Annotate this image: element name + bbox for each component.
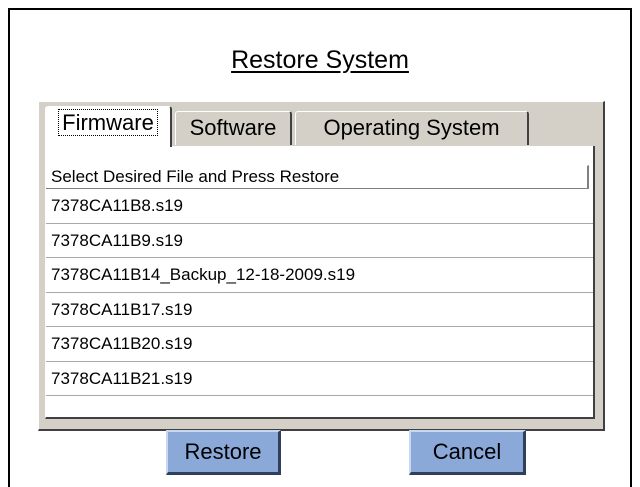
cancel-button[interactable]: Cancel — [409, 430, 526, 475]
tab-software-label: Software — [189, 115, 277, 140]
file-list: 7378CA11B8.s19 7378CA11B9.s19 7378CA11B1… — [46, 189, 593, 396]
file-list-item[interactable]: 7378CA11B20.s19 — [46, 327, 593, 362]
tab-operating-system[interactable]: Operating System — [295, 111, 529, 145]
file-list-item[interactable]: 7378CA11B21.s19 — [46, 362, 593, 396]
dialog-title: Restore System — [10, 46, 630, 75]
restore-system-dialog: Restore System Firmware Software Operati… — [8, 8, 632, 487]
dialog-title-text: Restore System — [231, 46, 409, 74]
file-list-item[interactable]: 7378CA11B9.s19 — [46, 224, 593, 258]
tab-software[interactable]: Software — [175, 111, 292, 145]
tab-firmware-label: Firmware — [58, 109, 158, 136]
tab-firmware[interactable]: Firmware — [45, 106, 172, 147]
file-list-item[interactable]: 7378CA11B17.s19 — [46, 293, 593, 327]
restore-button[interactable]: Restore — [166, 430, 281, 475]
list-column-header[interactable]: Select Desired File and Press Restore — [46, 165, 589, 189]
tab-operating-system-label: Operating System — [323, 115, 500, 140]
file-list-box: Select Desired File and Press Restore 73… — [45, 146, 595, 419]
file-list-item[interactable]: 7378CA11B14_Backup_12-18-2009.s19 — [46, 258, 593, 293]
tab-panel: Firmware Software Operating System Selec… — [38, 101, 605, 431]
file-list-item[interactable]: 7378CA11B8.s19 — [46, 189, 593, 224]
